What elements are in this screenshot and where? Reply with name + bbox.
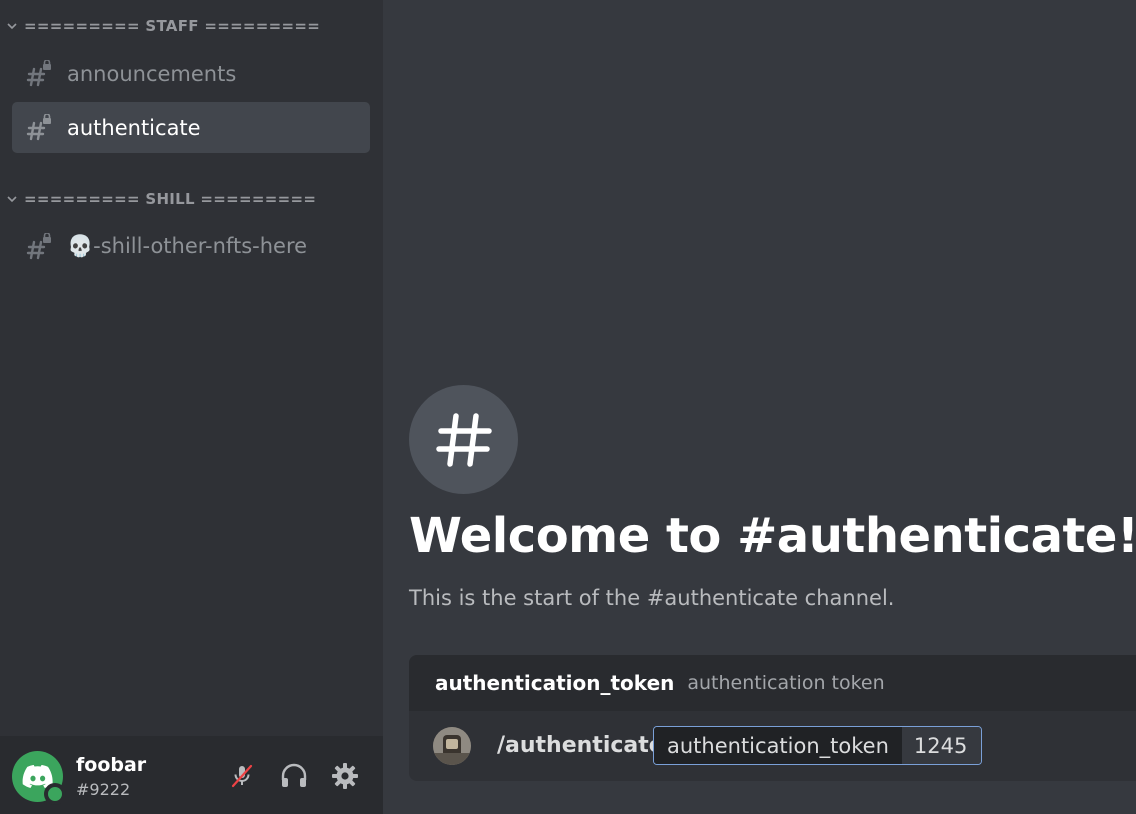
deafen-button[interactable] (279, 761, 309, 791)
option-name: authentication_token (435, 671, 675, 695)
channel-name: 💀-shill-other-nfts-here (67, 234, 308, 258)
locked-hash-icon (26, 59, 51, 86)
command-name: /authenticate (497, 733, 664, 758)
online-status-icon (44, 783, 66, 805)
category-shill[interactable]: ========= SHILL ========= (0, 189, 316, 209)
sidebar-channel-announcements[interactable]: announcements (12, 48, 370, 99)
channel-name: authenticate (67, 115, 201, 140)
chevron-down-icon (0, 193, 24, 205)
chat-area: Welcome to #authenticate! This is the st… (383, 0, 1136, 814)
chevron-down-icon (0, 20, 24, 32)
parameter-value[interactable]: 1245 (901, 727, 982, 764)
bot-avatar (433, 727, 471, 765)
sidebar-channel-authenticate[interactable]: authenticate (12, 102, 370, 153)
locked-hash-icon (26, 232, 51, 259)
user-panel: foobar #9222 (0, 736, 383, 814)
user-settings-button[interactable] (330, 761, 360, 791)
locked-hash-icon (26, 113, 51, 140)
sidebar-channel-shill[interactable]: 💀-shill-other-nfts-here (12, 221, 370, 272)
command-option-header: authentication_token authentication toke… (409, 655, 1136, 711)
channel-hash-icon (409, 385, 518, 494)
channel-sidebar: ========= STAFF ========= announcements … (0, 0, 383, 814)
mute-button[interactable] (227, 761, 257, 791)
category-staff[interactable]: ========= STAFF ========= (0, 16, 320, 36)
headphones-icon (281, 763, 307, 787)
slash-command-preview: authentication_token authentication toke… (409, 655, 1136, 781)
welcome-subtitle: This is the start of the #authenticate c… (409, 586, 895, 610)
category-label: ========= STAFF ========= (24, 17, 321, 35)
command-input-row[interactable]: /authenticate authentication_token 1245 (409, 711, 1136, 781)
username: foobar (76, 754, 147, 776)
settings-gear-icon (332, 763, 358, 789)
channel-name: announcements (67, 61, 237, 86)
category-label: ========= SHILL ========= (24, 190, 317, 208)
user-discriminator: #9222 (76, 780, 131, 799)
avatar[interactable] (12, 751, 66, 805)
welcome-title: Welcome to #authenticate! (409, 508, 1136, 564)
command-parameter[interactable]: authentication_token 1245 (653, 726, 983, 765)
microphone-muted-icon (231, 764, 253, 788)
parameter-key: authentication_token (654, 727, 902, 764)
option-description: authentication token (687, 672, 885, 694)
